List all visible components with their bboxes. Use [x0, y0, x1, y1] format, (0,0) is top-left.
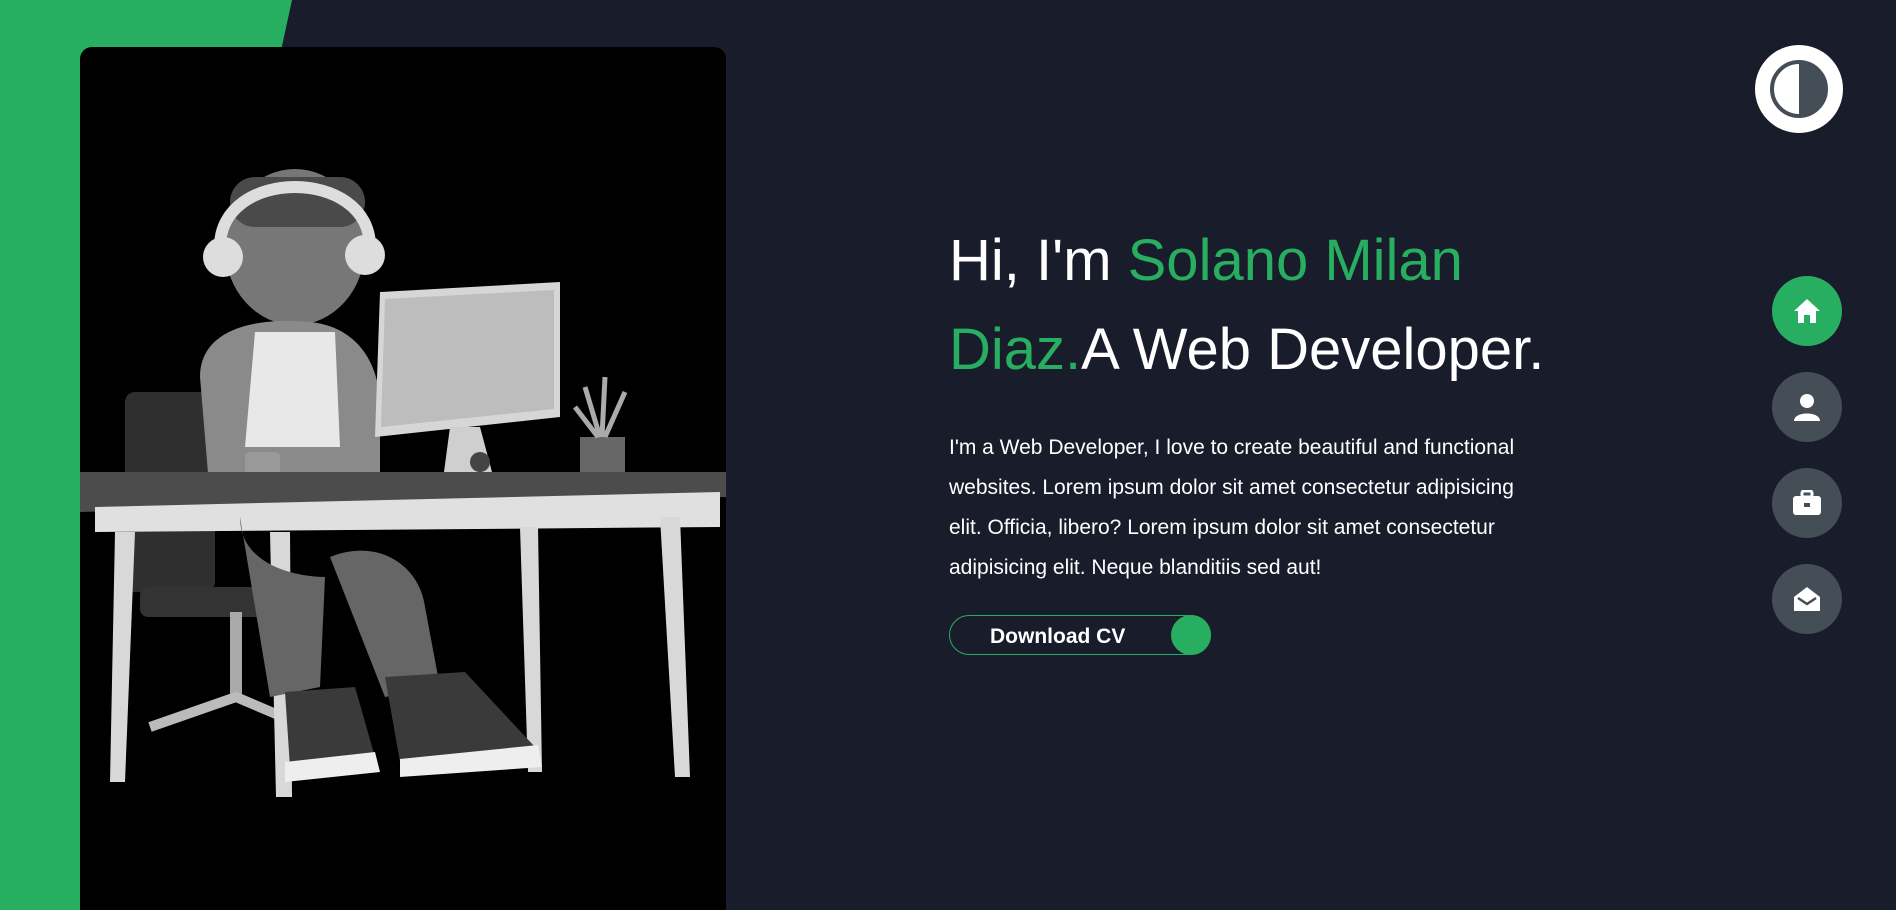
nav-about-button[interactable] — [1772, 372, 1842, 442]
role-text: A Web Developer. — [1081, 317, 1545, 382]
nav-contact-button[interactable] — [1772, 564, 1842, 634]
hero-heading: Hi, I'm Solano Milan Diaz.A Web Develope… — [949, 216, 1549, 394]
hero-description: I'm a Web Developer, I love to create be… — [949, 436, 1515, 579]
portfolio-page: Hi, I'm Solano Milan Diaz.A Web Develope… — [0, 0, 1896, 910]
envelope-open-icon — [1794, 587, 1820, 611]
user-icon — [1794, 394, 1820, 421]
side-navigation — [1772, 276, 1842, 660]
nav-portfolio-button[interactable] — [1772, 468, 1842, 538]
greeting-text: Hi, I'm — [949, 228, 1128, 293]
download-cv-button[interactable]: Download CV — [949, 615, 1211, 655]
theme-toggle-button[interactable] — [1755, 45, 1843, 133]
developer-illustration — [80, 169, 726, 797]
hero-content: Hi, I'm Solano Milan Diaz.A Web Develope… — [949, 216, 1549, 660]
home-icon — [1794, 299, 1820, 323]
briefcase-icon — [1793, 490, 1821, 515]
hero-image — [80, 47, 726, 910]
button-circle-icon — [1171, 615, 1211, 655]
download-cv-label: Download CV — [990, 625, 1126, 648]
nav-home-button[interactable] — [1772, 276, 1842, 346]
half-circle-contrast-icon — [1770, 60, 1828, 118]
